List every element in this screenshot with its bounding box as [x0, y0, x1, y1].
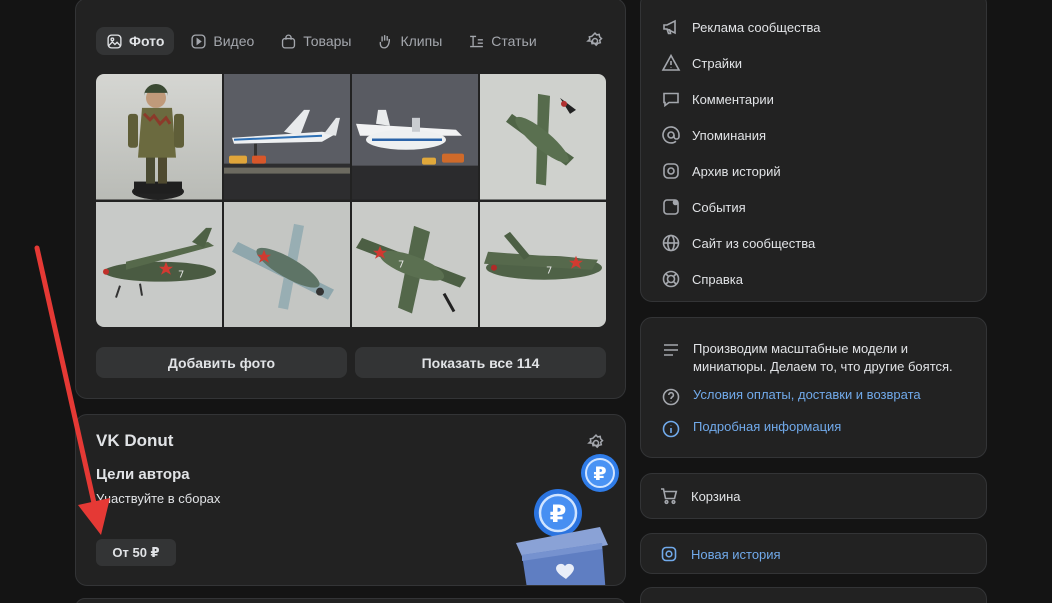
media-actions: Добавить фото Показать все 114: [96, 347, 606, 378]
goals-title: Цели автора: [96, 466, 190, 483]
menu-item-comments[interactable]: Комментарии: [661, 81, 821, 117]
goals-subtitle: Участвуйте в сборах: [96, 491, 221, 506]
vk-donut-card: VK Donut Цели автора Участвуйте в сборах…: [75, 414, 626, 586]
help-icon: [662, 270, 680, 288]
donation-box-illustration: ₽ ₽: [516, 454, 619, 585]
more-info-link[interactable]: Подробная информация: [693, 419, 841, 434]
next-card: [75, 598, 626, 603]
show-all-photos-button[interactable]: Показать все 114: [355, 347, 606, 378]
photo-thumbnail[interactable]: 7: [352, 201, 478, 327]
comment-icon: [663, 92, 679, 108]
donate-from-button[interactable]: От 50 ₽: [96, 539, 176, 566]
menu-item-label: Реклама сообщества: [692, 19, 821, 35]
menu-item-strikes[interactable]: Страйки: [661, 45, 821, 81]
media-tabs: Фото Видео Товары Клипы Статьи: [96, 27, 609, 55]
tab-label: Товары: [303, 33, 352, 49]
video-icon: [191, 33, 206, 49]
menu-item-mentions[interactable]: Упоминания: [661, 117, 821, 153]
menu-item-label: Справка: [692, 271, 743, 287]
add-photo-button[interactable]: Добавить фото: [96, 347, 347, 378]
megaphone-icon: [663, 19, 676, 35]
new-story-link[interactable]: Новая история: [691, 547, 781, 562]
gear-icon[interactable]: [586, 433, 606, 453]
photo-icon: [107, 33, 122, 49]
warning-icon: [661, 53, 681, 71]
cart-row: Корзина: [659, 486, 741, 506]
more-info-row: Подробная информация: [661, 419, 841, 439]
community-info-card: Производим масштабные модели и миниатюры…: [640, 317, 987, 458]
tab-video[interactable]: Видео: [180, 27, 264, 55]
media-card: Фото Видео Товары Клипы Статьи 7 7 7 Доб…: [75, 0, 626, 399]
donut-title: VK Donut: [96, 431, 174, 450]
photo-thumbnail[interactable]: [480, 74, 606, 200]
menu-item-community-ads[interactable]: Реклама сообщества: [661, 9, 821, 45]
clips-icon: [380, 34, 391, 49]
menu-item-label: Комментарии: [692, 91, 774, 107]
story-archive-icon: [663, 163, 679, 179]
at-icon: [662, 126, 680, 144]
event-icon: [663, 199, 679, 215]
community-description: Производим масштабные модели и миниатюры…: [693, 341, 953, 374]
menu-item-events[interactable]: События: [661, 189, 821, 225]
next-right-card: [640, 587, 987, 603]
tab-goods[interactable]: Товары: [270, 27, 361, 55]
menu-item-label: События: [692, 199, 746, 215]
tab-label: Видео: [213, 33, 255, 49]
menu-item-community-site[interactable]: Сайт из сообщества: [661, 225, 821, 261]
terms-row: Условия оплаты, доставки и возврата: [661, 387, 921, 407]
tab-photo[interactable]: Фото: [96, 27, 175, 55]
tab-label: Клипы: [400, 33, 443, 49]
photo-grid: 7 7 7: [96, 74, 606, 327]
text-lines-icon: [664, 344, 678, 356]
photo-thumbnail[interactable]: 7: [96, 201, 222, 327]
menu-item-label: Архив историй: [692, 163, 781, 179]
svg-text:7: 7: [178, 269, 184, 280]
menu-item-label: Сайт из сообщества: [692, 235, 816, 251]
terms-link[interactable]: Условия оплаты, доставки и возврата: [693, 387, 921, 402]
svg-text:7: 7: [546, 265, 552, 276]
menu-item-story-archive[interactable]: Архив историй: [661, 153, 821, 189]
coin-symbol: ₽: [550, 500, 567, 528]
photo-thumbnail[interactable]: [352, 74, 478, 200]
menu-item-help[interactable]: Справка: [661, 261, 821, 297]
community-menu: Реклама сообщества Страйки Комментарии У…: [640, 0, 987, 302]
tab-label: Фото: [129, 33, 165, 49]
story-icon: [661, 546, 677, 562]
tab-label: Статьи: [491, 33, 537, 49]
tab-clips[interactable]: Клипы: [367, 27, 452, 55]
menu-item-label: Упоминания: [692, 127, 767, 143]
globe-icon: [662, 234, 680, 252]
photo-thumbnail[interactable]: [96, 74, 222, 200]
photo-thumbnail[interactable]: [224, 201, 350, 327]
cart-card[interactable]: Корзина: [640, 473, 987, 519]
menu-item-label: Страйки: [692, 55, 743, 71]
coin-symbol: ₽: [593, 463, 606, 485]
photo-thumbnail[interactable]: [224, 74, 350, 200]
new-story-card[interactable]: Новая история: [640, 533, 987, 574]
new-story-row: Новая история: [659, 544, 781, 564]
cart-icon: [661, 488, 678, 505]
gear-icon[interactable]: [585, 31, 605, 51]
description-row: Производим масштабные модели и миниатюры…: [661, 340, 971, 376]
info-icon: [662, 420, 680, 438]
cart-label: Корзина: [691, 488, 741, 504]
tab-articles[interactable]: Статьи: [458, 27, 546, 55]
articles-icon: [470, 35, 484, 47]
photo-thumbnail[interactable]: 7: [480, 201, 606, 327]
shopping-bag-icon: [282, 34, 296, 49]
svg-text:7: 7: [398, 259, 404, 270]
question-icon: [662, 388, 680, 406]
